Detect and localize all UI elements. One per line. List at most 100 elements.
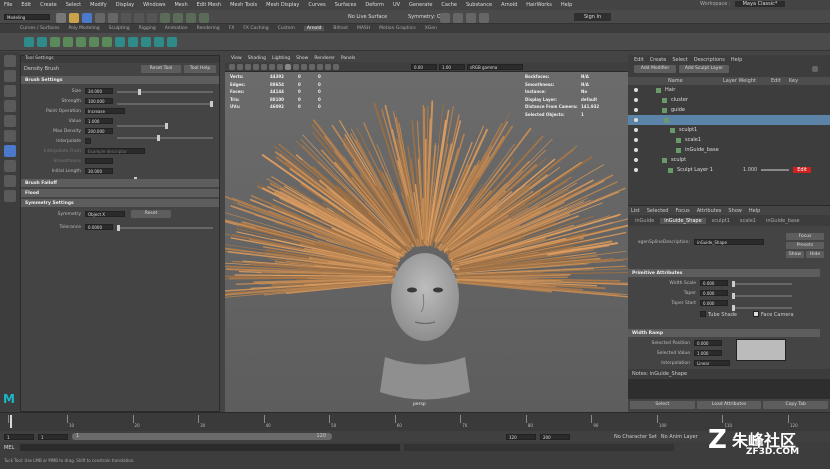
width-scale-field[interactable]: 0.000 [700, 280, 728, 286]
outliner-menu-create[interactable]: Create [650, 57, 667, 63]
grid-icon[interactable] [261, 63, 267, 70]
lasso-tool-icon[interactable] [4, 70, 16, 82]
max-density-slider[interactable] [117, 135, 213, 141]
symmetry-reset-button[interactable]: Reset [131, 210, 171, 218]
paint-select-icon[interactable] [4, 85, 16, 97]
select-component-icon[interactable] [147, 13, 157, 23]
outliner-menu-help[interactable]: Help [731, 57, 742, 63]
layout-two-icon[interactable] [4, 190, 16, 202]
undo-icon[interactable] [95, 13, 105, 23]
camera-select-icon[interactable] [229, 63, 235, 70]
film-gate-icon[interactable] [269, 63, 275, 70]
symmetry-settings-header[interactable]: Symmetry Settings [21, 199, 219, 207]
outliner-menu-edit[interactable]: Edit [634, 57, 644, 63]
viewport-panel[interactable]: View Shading Lighting Show Renderer Panels 0.… [225, 55, 628, 412]
value-slider[interactable] [117, 123, 168, 129]
size-field[interactable]: 34.000 [85, 88, 113, 94]
menu-uv[interactable]: UV [393, 2, 400, 8]
tolerance-field[interactable]: 0.0000 [85, 224, 113, 230]
shadows-icon[interactable] [309, 63, 315, 70]
anim-end-field[interactable]: 200 [540, 433, 570, 440]
mode-dropdown[interactable]: Modeling [4, 14, 50, 20]
menu-arnold[interactable]: Arnold [501, 2, 517, 8]
menu-edit-mesh[interactable]: Edit Mesh [197, 2, 221, 8]
live-surface-label[interactable]: No Live Surface [348, 14, 387, 20]
desc-field[interactable]: inGuide_Shape [694, 239, 764, 245]
layer-weight-slider[interactable] [761, 169, 790, 171]
last-tool-icon[interactable] [4, 145, 16, 157]
menu-deform[interactable]: Deform [365, 2, 384, 8]
menu-mesh[interactable]: Mesh [174, 2, 187, 8]
viewport-menu-shading[interactable]: Shading [248, 56, 266, 61]
render-settings-icon[interactable] [466, 13, 476, 23]
symmetry-dropdown[interactable]: Object X [85, 211, 125, 217]
image-plane-icon[interactable] [253, 63, 259, 70]
current-start-field[interactable]: 1 [38, 433, 68, 440]
exposure-field[interactable]: 0.00 [411, 63, 437, 70]
copy-tab-button[interactable]: Copy Tab [763, 401, 829, 409]
width-ramp-header[interactable]: Width Ramp [628, 329, 820, 337]
sign-in-button[interactable]: Sign In [574, 13, 612, 21]
show-button[interactable]: Show [786, 251, 804, 258]
viewport-menu-show[interactable]: Show [296, 56, 308, 61]
interpolate-checkbox[interactable] [85, 138, 91, 144]
hypershade-icon[interactable] [479, 13, 489, 23]
no-anim-layer[interactable]: No Anim Layer [661, 434, 698, 440]
visibility-toggle-icon[interactable] [634, 98, 638, 102]
shelf-tab-xgen[interactable]: XGen [425, 26, 437, 31]
render-frame-icon[interactable] [440, 13, 450, 23]
arnold-ipr-icon[interactable] [37, 36, 47, 47]
menu-edit[interactable]: Edit [21, 2, 31, 8]
shelf-tab-custom[interactable]: Custom [278, 26, 295, 31]
outliner-row[interactable]: scale1 [628, 135, 830, 145]
tolerance-slider[interactable] [117, 225, 213, 231]
snap-curve-icon[interactable] [173, 13, 183, 23]
presets-button[interactable]: Presets [786, 242, 824, 249]
menu-cache[interactable]: Cache [441, 2, 457, 8]
menu-substance[interactable]: Substance [466, 2, 492, 8]
outliner-row[interactable] [628, 115, 830, 125]
sel-value-field[interactable]: 1.000 [694, 350, 722, 356]
range-bar[interactable]: 1 120 [72, 433, 332, 440]
current-time-marker[interactable] [10, 415, 12, 428]
visibility-toggle-icon[interactable] [634, 128, 638, 132]
arnold-area-light-icon[interactable] [76, 36, 86, 47]
interpolate-from-dropdown[interactable]: Example descriptor [85, 148, 145, 154]
arnold-mesh-light-icon[interactable] [89, 36, 99, 47]
menu-create[interactable]: Create [40, 2, 57, 8]
outliner-options-icon[interactable] [812, 66, 818, 72]
width-scale-slider[interactable] [732, 281, 792, 287]
attr-tab-scale1[interactable]: scale1 [736, 218, 760, 224]
symmetry-status[interactable]: Symmetry: Off [408, 14, 444, 20]
arnold-curve-icon[interactable] [154, 36, 164, 47]
attr-menu-attributes[interactable]: Attributes [697, 208, 722, 214]
reset-tool-button[interactable]: Reset Tool [141, 64, 181, 73]
size-slider[interactable] [117, 89, 213, 95]
visibility-toggle-icon[interactable] [634, 158, 638, 162]
outliner-row[interactable]: Hair [628, 85, 830, 95]
taper-field[interactable]: 0.000 [700, 290, 728, 296]
rotate-tool-icon[interactable] [4, 115, 16, 127]
outliner-row[interactable]: Sculpt Layer 1 1.000 Edit [628, 165, 830, 175]
menu-mesh-display[interactable]: Mesh Display [266, 2, 299, 8]
snap-point-icon[interactable] [186, 13, 196, 23]
no-character-set[interactable]: No Character Set [614, 434, 657, 440]
attr-menu-focus[interactable]: Focus [675, 208, 689, 214]
move-tool-icon[interactable] [4, 100, 16, 112]
snap-grid-icon[interactable] [160, 13, 170, 23]
select-button[interactable]: Select [630, 401, 695, 409]
command-input[interactable] [20, 444, 400, 451]
strength-field[interactable]: 100.000 [85, 98, 113, 104]
time-slider[interactable]: 1102030405060708090100110120 [0, 412, 830, 431]
ipr-render-icon[interactable] [453, 13, 463, 23]
textured-icon[interactable] [293, 63, 299, 70]
lights-icon[interactable] [301, 63, 307, 70]
layout-four-icon[interactable] [4, 175, 16, 187]
smooth-shade-icon[interactable] [285, 63, 291, 70]
shelf-tab-bifrost[interactable]: Bifrost [333, 26, 348, 31]
arnold-standin-icon[interactable] [141, 36, 151, 47]
smoothness-field[interactable] [85, 158, 113, 164]
attr-tab-inguide-shape[interactable]: inGuide_Shape [660, 217, 706, 224]
mel-label[interactable]: MEL [4, 445, 14, 451]
menu-modify[interactable]: Modify [90, 2, 107, 8]
